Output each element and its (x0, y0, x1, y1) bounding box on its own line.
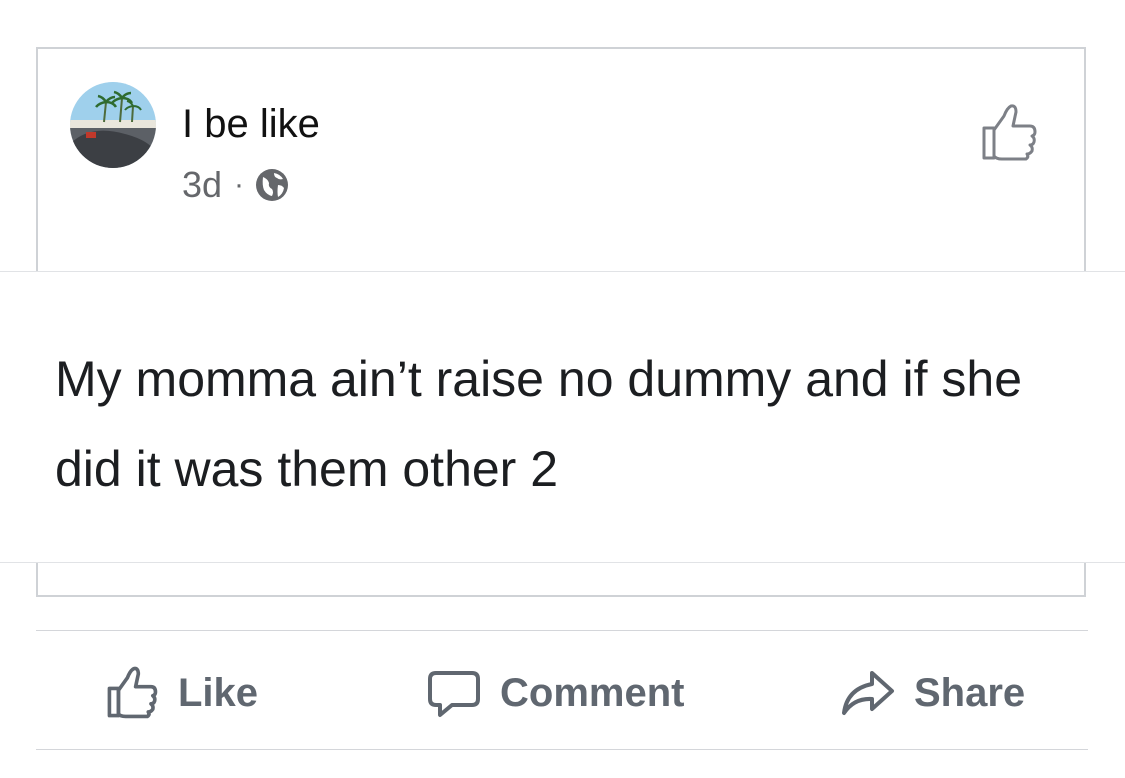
avatar[interactable] (70, 82, 156, 168)
share-label: Share (914, 671, 1026, 715)
share-arrow-icon (840, 665, 896, 721)
post-timestamp[interactable]: 3d (182, 163, 222, 207)
actions-divider-top (36, 630, 1088, 631)
thumbs-up-icon[interactable] (978, 102, 1040, 164)
comment-icon (426, 665, 482, 721)
post-author-name[interactable]: I be like (182, 100, 320, 148)
share-button[interactable]: Share (840, 662, 1025, 724)
avatar-image (70, 82, 156, 168)
actions-divider-bottom (36, 749, 1088, 750)
post-body-text: My momma ain’t raise no dummy and if she… (55, 351, 1023, 497)
thumbs-up-icon (104, 665, 160, 721)
like-label: Like (178, 671, 259, 715)
comment-label: Comment (500, 671, 685, 715)
meta-separator: · (234, 168, 245, 201)
like-button[interactable]: Like (104, 662, 258, 724)
globe-icon (254, 167, 290, 203)
post-meta: 3d · (182, 163, 290, 207)
comment-button[interactable]: Comment (426, 662, 684, 724)
screenshot-stage: I be like 3d · My momma ain’t raise no d… (0, 0, 1125, 778)
